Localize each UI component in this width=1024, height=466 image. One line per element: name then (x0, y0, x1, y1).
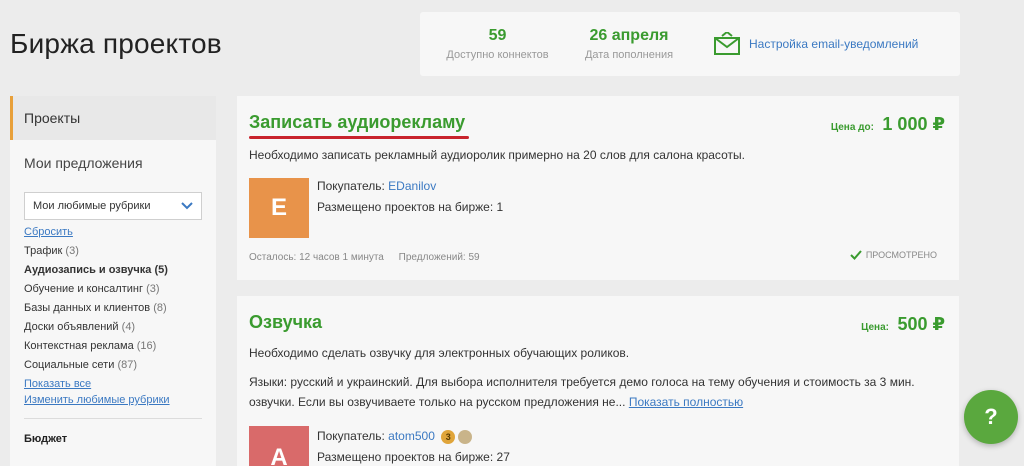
refill-stat: 26 апреля Дата пополнения (575, 27, 683, 61)
help-button[interactable]: ? (964, 390, 1018, 444)
viewed-label: ПРОСМОТРЕНО (865, 250, 937, 260)
buyer-info: Покупатель: atom500 3 Размещено проектов… (317, 426, 510, 466)
chevron-down-icon (181, 202, 193, 210)
sidebar: Проекты Мои предложения Мои любимые рубр… (10, 96, 216, 466)
category-name: Аудиозапись и озвучка (24, 264, 152, 276)
price-label: Цена: (861, 322, 889, 333)
category-item[interactable]: Контекстная реклама (16) (24, 337, 216, 356)
project-price: Цена: 500 ₽ (861, 314, 945, 335)
project-title-link[interactable]: Записать аудиорекламу (249, 112, 465, 133)
category-item[interactable]: Трафик (3) (24, 242, 216, 261)
category-count: (3) (65, 245, 79, 257)
change-rubrics-link[interactable]: Изменить любимые рубрики (24, 394, 216, 406)
category-count: (5) (154, 264, 168, 276)
buyer-name-link[interactable]: EDanilov (388, 179, 436, 193)
project-languages: Языки: русский и украинский. Для выбора … (249, 372, 949, 412)
cup-badge-icon (458, 429, 473, 444)
budget-title: Бюджет (24, 433, 68, 445)
tab-my-offers[interactable]: Мои предложения (10, 142, 216, 184)
rank-badge-icon: 3 (441, 429, 456, 444)
category-count: (87) (117, 359, 137, 371)
category-item[interactable]: Доски объявлений (4) (24, 318, 216, 337)
buyer-label: Покупатель: (317, 429, 385, 443)
stats-panel: 59 Доступно коннектов 26 апреля Дата поп… (420, 12, 960, 76)
category-count: (3) (146, 283, 160, 295)
check-icon (850, 250, 862, 260)
reset-link[interactable]: Сбросить (24, 226, 216, 238)
offers-count: Предложений: 59 (398, 252, 480, 263)
languages-text: Языки: русский и украинский. Для выбора … (249, 375, 915, 409)
category-count: (16) (136, 340, 157, 352)
refill-label: Дата пополнения (584, 49, 674, 61)
avatar[interactable]: A (249, 426, 309, 466)
price-value: 1 000 ₽ (882, 114, 945, 134)
project-price: Цена до: 1 000 ₽ (831, 114, 945, 135)
connects-stat: 59 Доступно коннектов (420, 27, 575, 61)
buyer-name-link[interactable]: atom500 (388, 429, 435, 443)
page-title: Биржа проектов (10, 28, 222, 59)
project-description: Необходимо сделать озвучку для электронн… (249, 346, 630, 360)
connects-value: 59 (488, 27, 507, 44)
price-label: Цена до: (830, 122, 874, 133)
title-highlight-underline (249, 136, 469, 139)
price-value: 500 ₽ (897, 314, 945, 334)
category-name: Социальные сети (24, 359, 115, 371)
envelope-icon (714, 32, 740, 55)
category-name: Контекстная реклама (24, 340, 134, 352)
placed-count: Размещено проектов на бирже: 27 (317, 450, 510, 464)
category-count: (8) (153, 302, 167, 314)
email-settings-label: Настройка email-уведомлений (749, 37, 919, 51)
category-name: Трафик (24, 245, 63, 257)
time-left: Осталось: 12 часов 1 минута (249, 252, 384, 263)
refill-value: 26 апреля (589, 27, 669, 44)
category-list: Трафик (3) Аудиозапись и озвучка (5) Обу… (24, 242, 216, 375)
category-count: (4) (121, 321, 136, 333)
project-description: Необходимо записать рекламный аудиоролик… (249, 148, 745, 162)
placed-count: Размещено проектов на бирже: 1 (317, 200, 504, 214)
show-all-link[interactable]: Показать все (24, 378, 216, 390)
tab-projects[interactable]: Проекты (10, 96, 216, 140)
show-full-link[interactable]: Показать полностью (629, 395, 743, 409)
project-card: Записать аудиорекламу Цена до: 1 000 ₽ Н… (237, 96, 959, 280)
category-item[interactable]: Базы данных и клиентов (8) (24, 299, 216, 318)
buyer-label: Покупатель: (317, 179, 385, 193)
project-title-link[interactable]: Озвучка (249, 312, 322, 333)
project-card: Озвучка Цена: 500 ₽ Необходимо сделать о… (237, 296, 959, 466)
category-item-active[interactable]: Аудиозапись и озвучка (5) (24, 261, 216, 280)
category-item[interactable]: Социальные сети (87) (24, 356, 216, 375)
category-name: Обучение и консалтинг (24, 283, 143, 295)
category-name: Базы данных и клиентов (24, 302, 151, 314)
connects-label: Доступно коннектов (446, 49, 549, 61)
viewed-status: ПРОСМОТРЕНО (850, 250, 937, 260)
category-item[interactable]: Обучение и консалтинг (3) (24, 280, 216, 299)
sidebar-divider (24, 418, 202, 419)
card-footer: Осталось: 12 часов 1 минута Предложений:… (249, 252, 492, 263)
rubric-select-value: Мои любимые рубрики (33, 200, 151, 212)
email-settings-link[interactable]: Настройка email-уведомлений (713, 32, 918, 56)
category-name: Доски объявлений (24, 321, 119, 333)
rubric-select[interactable]: Мои любимые рубрики (24, 192, 202, 220)
buyer-info: Покупатель: EDanilov Размещено проектов … (317, 176, 503, 218)
avatar[interactable]: E (249, 178, 309, 238)
